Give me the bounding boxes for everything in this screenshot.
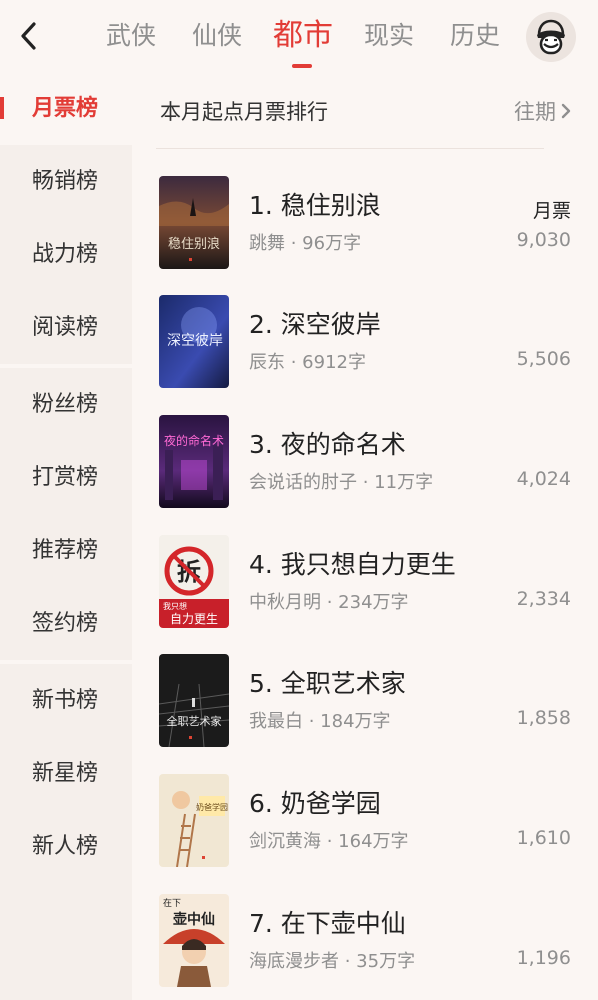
cover-title: 自力更生 [170, 612, 218, 626]
sidebar-item-power[interactable]: 战力榜 [0, 218, 132, 291]
book-cover: 夜的命名术 [159, 415, 229, 508]
book-votes: 5,506 [516, 348, 571, 370]
book-title: 6. 奶爸学园 [249, 789, 381, 818]
cover-subtitle: 我只想 [163, 601, 187, 611]
sidebar-item-tips[interactable]: 打赏榜 [0, 441, 132, 514]
book-title: 2. 深空彼岸 [249, 310, 381, 339]
avatar-icon [537, 19, 565, 55]
book-row[interactable]: 全职艺术家 5. 全职艺术家 我最白 · 184万字 1,858 [132, 654, 598, 748]
sidebar-item-signed[interactable]: 签约榜 [0, 587, 132, 660]
book-title: 3. 夜的命名术 [249, 430, 406, 459]
book-meta: 中秋月明 · 234万字 [249, 592, 409, 613]
book-cover: 全职艺术家 [159, 654, 229, 747]
past-periods-label: 往期 [514, 100, 556, 124]
book-meta: 会说话的肘子 · 11万字 [249, 472, 434, 493]
tab-label: 都市 [273, 18, 333, 53]
sidebar-group: 月票榜 畅销榜 战力榜 阅读榜 [0, 72, 132, 364]
sidebar-item-new-authors[interactable]: 新人榜 [0, 810, 132, 883]
cover-title: 夜的命名术 [164, 433, 224, 448]
back-icon[interactable] [14, 18, 44, 54]
tab-label: 武侠 [105, 21, 156, 50]
tab-label: 历史 [449, 21, 500, 50]
chevron-right-icon [561, 103, 571, 119]
tab-dushi[interactable]: 都市 [260, 14, 346, 68]
ranking-list: 本月起点月票排行 往期 月票 稳住别浪 1. 稳住别浪 跳舞 · 96万字 9,… [132, 72, 598, 1000]
top-bar: 武侠 仙侠 都市 现实 历史 [0, 0, 598, 72]
book-title: 4. 我只想自力更生 [249, 550, 456, 579]
cover-title: 深空彼岸 [167, 333, 223, 349]
sidebar-item-fans[interactable]: 粉丝榜 [0, 368, 132, 441]
book-title: 5. 全职艺术家 [249, 669, 406, 698]
active-tab-indicator [292, 64, 312, 68]
book-votes: 1,196 [516, 947, 571, 969]
book-cover: 稳住别浪 [159, 176, 229, 269]
sidebar-item-new-stars[interactable]: 新星榜 [0, 737, 132, 810]
tab-lishi[interactable]: 历史 [432, 14, 518, 58]
book-row[interactable]: 深空彼岸 2. 深空彼岸 辰东 · 6912字 5,506 [132, 295, 598, 389]
cover-title: 奶爸学园 [196, 802, 228, 812]
avatar[interactable] [526, 12, 576, 62]
sidebar-item-monthly-votes[interactable]: 月票榜 [0, 72, 132, 145]
book-meta: 剑沉黄海 · 164万字 [249, 831, 409, 852]
sidebar-item-recommend[interactable]: 推荐榜 [0, 514, 132, 587]
tab-label: 仙侠 [191, 21, 242, 50]
book-meta: 辰东 · 6912字 [249, 352, 366, 373]
tab-xianxia[interactable]: 仙侠 [174, 14, 260, 58]
page-title: 本月起点月票排行 [160, 100, 328, 124]
category-tabs: 武侠 仙侠 都市 现实 历史 [88, 14, 518, 68]
cover-title: 壶中仙 [173, 911, 215, 928]
divider [156, 148, 544, 149]
tab-xianshi[interactable]: 现实 [346, 14, 432, 58]
book-cover: 深空彼岸 [159, 295, 229, 388]
book-row[interactable]: 在下 壶中仙 7. 在下壶中仙 海底漫步者 · 35万字 1,196 [132, 894, 598, 988]
book-title: 7. 在下壶中仙 [249, 909, 406, 938]
book-row[interactable]: 稳住别浪 1. 稳住别浪 跳舞 · 96万字 9,030 [132, 176, 598, 270]
book-title: 1. 稳住别浪 [249, 191, 381, 220]
book-cover: 拆 我只想 自力更生 [159, 535, 229, 628]
tab-wuxia[interactable]: 武侠 [88, 14, 174, 58]
sidebar-item-new-books[interactable]: 新书榜 [0, 664, 132, 737]
cover-title: 全职艺术家 [167, 714, 222, 728]
past-periods-link[interactable]: 往期 [514, 96, 572, 126]
book-cover: 奶爸学园 [159, 774, 229, 867]
book-votes: 1,610 [516, 827, 571, 849]
book-meta: 跳舞 · 96万字 [249, 233, 362, 254]
cover-title: 稳住别浪 [168, 236, 220, 252]
book-row[interactable]: 奶爸学园 6. 奶爸学园 剑沉黄海 · 164万字 1,610 [132, 774, 598, 868]
sidebar-group: 粉丝榜 打赏榜 推荐榜 签约榜 [0, 368, 132, 660]
book-votes: 2,334 [516, 588, 571, 610]
sidebar-item-bestseller[interactable]: 畅销榜 [0, 145, 132, 218]
book-row[interactable]: 夜的命名术 3. 夜的命名术 会说话的肘子 · 11万字 4,024 [132, 415, 598, 509]
book-row[interactable]: 拆 我只想 自力更生 4. 我只想自力更生 中秋月明 · 234万字 2,334 [132, 535, 598, 629]
ranking-sidebar: 月票榜 畅销榜 战力榜 阅读榜 粉丝榜 打赏榜 推荐榜 签约榜 新书榜 新星榜 … [0, 72, 132, 1000]
sidebar-item-reading[interactable]: 阅读榜 [0, 291, 132, 364]
tab-label: 现实 [363, 21, 414, 50]
book-meta: 海底漫步者 · 35万字 [249, 951, 416, 972]
book-votes: 4,024 [516, 468, 571, 490]
book-cover: 在下 壶中仙 [159, 894, 229, 987]
cover-subtitle: 在下 [163, 897, 181, 909]
book-votes: 1,858 [516, 707, 571, 729]
book-meta: 我最白 · 184万字 [249, 711, 391, 732]
book-votes: 9,030 [516, 229, 571, 251]
sidebar-group: 新书榜 新星榜 新人榜 [0, 664, 132, 883]
